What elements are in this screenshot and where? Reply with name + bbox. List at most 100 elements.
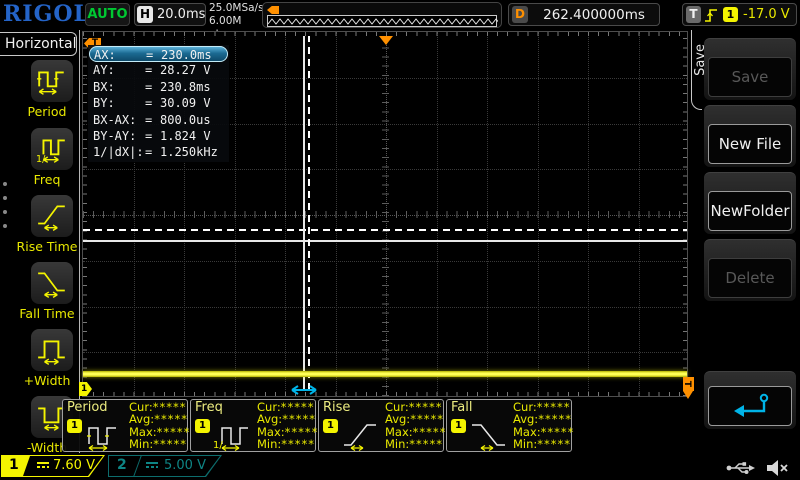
save-menu-sidebar: Save Save New File NewFolder Delete [690, 30, 800, 453]
page-indicator-dot [3, 210, 7, 214]
freq-button[interactable]: 1/ [31, 128, 73, 170]
cursor-row-bxax: BX-AX: = 800.0us [93, 112, 211, 127]
horizontal-h-icon: H [137, 6, 153, 23]
delete-button[interactable]: Delete [708, 258, 792, 298]
period-meas-icon [87, 427, 116, 451]
return-arrow-icon [734, 393, 769, 417]
new-folder-button[interactable]: NewFolder [708, 191, 792, 231]
channel-2-indicator[interactable]: 2 5.00 V [108, 455, 222, 477]
measure-menu-title: Horizontal [0, 32, 77, 56]
channel-2-number: 2 [117, 457, 127, 473]
memory-waveform-strip [267, 15, 498, 27]
fall-time-icon [38, 272, 65, 298]
period-icon [37, 71, 64, 95]
trigger-source-badge: 1 [723, 7, 738, 22]
channel-2-scale: 5.00 V [164, 458, 206, 473]
page-indicator-dot [3, 224, 7, 228]
fall-meas-icon [472, 424, 505, 451]
measure-menu-sidebar: Horizontal Period 1/ Freq Rise Time Fall… [0, 30, 80, 455]
horizontal-position-value: 262.400000ms [543, 7, 645, 23]
cursor-row-bx: BX: = 230.8ms [93, 79, 211, 94]
trigger-info-box[interactable]: T 1 -17.0 V [682, 3, 797, 26]
oscilloscope-screen: RIGOL AUTO H 20.0ms 25.0MSa/s 6.00M pts … [0, 0, 800, 480]
channel-badge: 1 [323, 419, 338, 433]
softkey-slot [704, 371, 796, 429]
system-status-icons [726, 457, 789, 477]
top-status-bar: RIGOL AUTO H 20.0ms 25.0MSa/s 6.00M pts … [0, 0, 800, 40]
period-button[interactable] [31, 60, 73, 102]
page-indicator-dot [3, 182, 7, 186]
cursor-ay-line[interactable] [83, 240, 687, 242]
rising-edge-icon [705, 9, 717, 22]
return-button[interactable] [708, 386, 792, 426]
softkey-slot: NewFolder [704, 172, 796, 234]
measurement-box-fall[interactable]: Fall 1 Cur:***** Avg:***** Max:***** Min… [446, 399, 575, 452]
softkey-slot: Save [704, 38, 796, 100]
trigger-position-left-icon [267, 6, 279, 14]
softkey-slot: New File [704, 105, 796, 167]
grid-ticks-center-horizontal [83, 211, 687, 218]
menu-item-label: Freq [33, 172, 61, 187]
horizontal-scale-box[interactable]: H 20.0ms [134, 3, 206, 26]
rise-time-button[interactable] [31, 195, 73, 237]
measurement-box-rise[interactable]: Rise 1 Cur:***** Avg:***** Max:***** Min… [318, 399, 447, 452]
svg-text:1/: 1/ [36, 154, 46, 165]
new-file-button[interactable]: New File [708, 124, 792, 164]
cursor-row-ay: AY: = 28.27 V [93, 63, 211, 78]
waveform-preview[interactable] [262, 2, 502, 28]
cursor-row-ax: AX: = 230.0ms [89, 46, 228, 63]
usb-icon [726, 461, 755, 474]
menu-item-fall-time[interactable]: Fall Time [0, 262, 80, 326]
channel-1-indicator[interactable]: 1 7.60 V [1, 455, 105, 477]
channel-1-trace [83, 371, 687, 377]
measurement-stats: Cur:***** Avg:***** Max:***** Min:***** [257, 400, 319, 452]
waveform-display-grid: T T 1 AX: = 230.0ms AY: = 28.27 V BX: = 230.8m… [79, 31, 694, 399]
menu-item-label: Period [27, 104, 67, 119]
dc-coupling-icon [146, 462, 158, 470]
freq-icon: 1/ [36, 139, 65, 165]
measurement-stats: Cur:***** Avg:***** Max:***** Min:***** [513, 400, 575, 452]
menu-item-period[interactable]: Period [0, 60, 80, 124]
speaker-muted-icon [767, 459, 788, 476]
channel-badge: 1 [451, 419, 466, 433]
menu-item-freq[interactable]: 1/ Freq [0, 128, 80, 192]
trigger-position-marker-icon[interactable] [379, 36, 393, 45]
channel-1-number: 1 [9, 457, 19, 473]
measurement-box-period[interactable]: Period 1 Cur:***** Avg:***** Max:***** M… [62, 399, 191, 452]
channel-1-scale: 7.60 V [53, 458, 95, 473]
trigger-level-offscreen-icon[interactable]: T [682, 377, 694, 399]
dc-coupling-icon [37, 462, 49, 470]
cursor-measurement-panel: AX: = 230.0ms AY: = 28.27 V BX: = 230.8ms BY: =… [88, 45, 229, 162]
save-button[interactable]: Save [708, 57, 792, 97]
delay-d-icon: D [512, 6, 528, 23]
menu-item-label: Fall Time [19, 306, 75, 321]
measurement-stats: Cur:***** Avg:***** Max:***** Min:***** [129, 400, 191, 452]
measurement-stats: Cur:***** Avg:***** Max:***** Min:***** [385, 400, 447, 452]
pos-width-icon [38, 340, 65, 365]
pos-width-button[interactable] [31, 329, 73, 371]
menu-item-label: Rise Time [16, 239, 78, 254]
cursor-by-line[interactable] [83, 229, 687, 231]
trigger-t-icon: T [686, 6, 701, 23]
freq-meas-icon: 1/ [213, 427, 248, 451]
rise-meas-icon [344, 424, 376, 451]
cursor-move-arrow-icon[interactable] [289, 384, 319, 396]
softkey-slot: Delete [704, 239, 796, 301]
sample-rate: 25.0MSa/s [209, 2, 264, 14]
cursor-ax-line[interactable] [303, 36, 305, 390]
menu-item-rise-time[interactable]: Rise Time [0, 195, 80, 259]
cursor-row-inv-dx: 1/|dX|:= 1.250kHz [93, 145, 218, 160]
rigol-logo: RIGOL [3, 1, 90, 27]
trigger-level-value: -17.0 V [743, 7, 790, 22]
horizontal-scale-value: 20.0ms [157, 7, 206, 22]
fall-time-button[interactable] [31, 262, 73, 304]
rise-time-icon [38, 205, 65, 231]
trigger-status-badge: AUTO [85, 3, 130, 26]
channel-badge: 1 [67, 419, 82, 433]
horizontal-position-box[interactable]: D 262.400000ms [508, 3, 660, 26]
svg-text:1/: 1/ [213, 440, 223, 451]
cursor-bx-line[interactable] [308, 36, 310, 390]
measurement-box-freq[interactable]: Freq 1 1/ Cur:***** Avg:***** Max:***** … [190, 399, 319, 452]
channel-badge: 1 [195, 419, 210, 433]
menu-item-pos-width[interactable]: +Width [0, 329, 80, 393]
